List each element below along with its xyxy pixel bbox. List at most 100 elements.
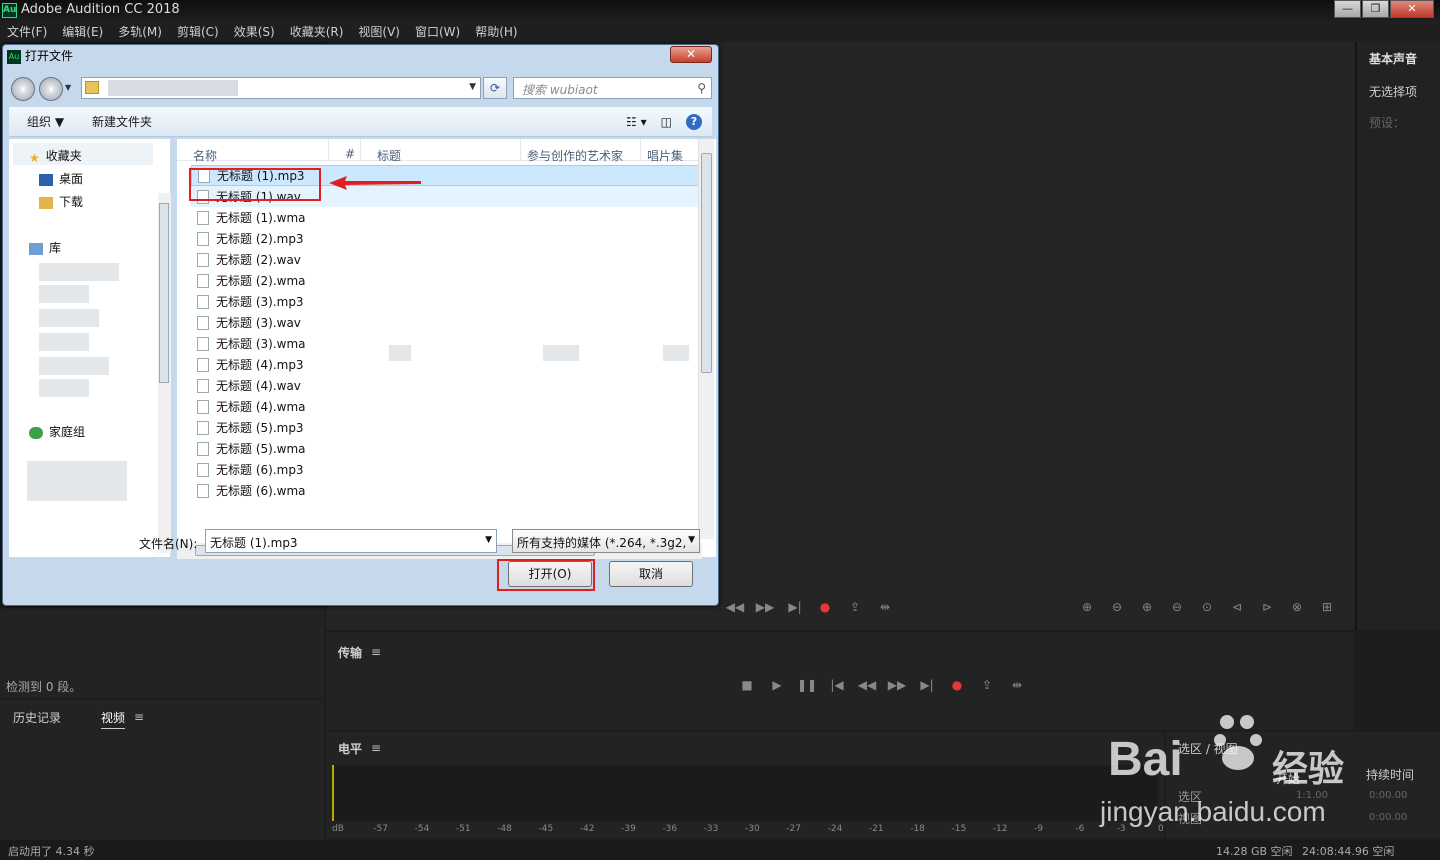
nav-scroll-thumb[interactable] [159, 203, 169, 383]
view-options-icon[interactable]: ☷ ▾ [626, 115, 647, 129]
close-window-button[interactable]: ✕ [1390, 0, 1434, 18]
file-row[interactable]: 无标题 (6).mp3 [191, 459, 701, 480]
file-name: 无标题 (2).mp3 [216, 232, 304, 246]
back-button[interactable]: ‹ [11, 77, 35, 101]
filetype-select[interactable]: 所有支持的媒体 (*.264, *.3g2, ▼ [512, 529, 700, 553]
search-input[interactable]: 搜索 wubiaot ⚲ [513, 77, 712, 99]
status-bar: 启动用了 4.34 秒 14.28 GB 空闲 24:08:44.96 空闲 [0, 840, 1440, 860]
menu-window[interactable]: 窗口(W) [415, 22, 460, 42]
document-icon [197, 357, 209, 372]
zoom-in-left-icon[interactable]: ⊲ [1222, 600, 1252, 614]
column-title[interactable]: 标题 [361, 139, 521, 163]
nav-scrollbar[interactable] [158, 193, 171, 553]
zoom-full-icon[interactable]: ⊙ [1192, 600, 1222, 614]
maximize-button[interactable]: ❐ [1362, 0, 1389, 18]
file-row[interactable]: 无标题 (5).wma [191, 438, 701, 459]
zoom-fit-icon[interactable]: ⊞ [1312, 600, 1342, 614]
tab-video[interactable]: 视频 [101, 709, 126, 729]
file-row[interactable]: 无标题 (1).wma [191, 207, 701, 228]
preview-pane-icon[interactable]: ◫ [661, 115, 672, 129]
zoom-out-time-icon[interactable]: ⊖ [1162, 600, 1192, 614]
new-folder-button[interactable]: 新建文件夹 [92, 113, 152, 130]
file-row[interactable]: 无标题 (4).wav [191, 375, 701, 396]
record-icon[interactable]: ● [810, 600, 840, 614]
file-list: 无标题 (1).mp3 无标题 (1).wav 无标题 (1).wma 无标题 (2)… [191, 165, 701, 501]
nav-homegroup[interactable]: 家庭组 [29, 423, 85, 440]
nav-library[interactable]: 库 [29, 239, 61, 256]
menu-effects[interactable]: 效果(S) [234, 22, 275, 42]
nav-favorites[interactable]: ★ 收藏夹 [29, 147, 82, 165]
skip-icon[interactable]: ⇹ [870, 600, 900, 614]
filename-dropdown-icon[interactable]: ▼ [485, 535, 492, 545]
skip-end-icon[interactable]: ▶| [912, 678, 942, 692]
organize-button[interactable]: 组织 ▼ [27, 113, 64, 130]
file-row[interactable]: 无标题 (2).mp3 [191, 228, 701, 249]
filetype-value: 所有支持的媒体 (*.264, *.3g2, [517, 536, 687, 550]
column-artist[interactable]: 参与创作的艺术家 [521, 139, 641, 163]
record-icon[interactable]: ● [942, 678, 972, 692]
play-icon[interactable]: ▶ [762, 678, 792, 692]
zoom-in-time-icon[interactable]: ⊕ [1132, 600, 1162, 614]
column-album[interactable]: 唱片集 [641, 139, 701, 163]
rewind-icon[interactable]: ◀◀ [852, 678, 882, 692]
file-row[interactable]: 无标题 (5).mp3 [191, 417, 701, 438]
help-icon[interactable]: ? [686, 113, 702, 130]
menu-edit[interactable]: 编辑(E) [62, 22, 103, 42]
search-icon[interactable]: ⚲ [697, 81, 706, 95]
menu-multitrack[interactable]: 多轨(M) [118, 22, 162, 42]
transport-menu-icon[interactable]: ≡ [371, 645, 381, 659]
file-row[interactable]: 无标题 (4).wma [191, 396, 701, 417]
menu-help[interactable]: 帮助(H) [475, 22, 517, 42]
zoom-out-amplitude-icon[interactable]: ⊖ [1102, 600, 1132, 614]
menu-clip[interactable]: 剪辑(C) [177, 22, 219, 42]
menu-view[interactable]: 视图(V) [358, 22, 400, 42]
nav-downloads[interactable]: 下载 [39, 193, 83, 210]
fast-forward-icon[interactable]: ▶▶ [882, 678, 912, 692]
column-name[interactable]: 名称 [177, 139, 329, 163]
column-number[interactable]: # [329, 139, 361, 161]
loop-icon[interactable]: ⇪ [840, 600, 870, 614]
menu-favorites[interactable]: 收藏夹(R) [290, 22, 344, 42]
menu-file[interactable]: 文件(F) [7, 22, 47, 42]
file-list-vscrollbar[interactable] [698, 139, 714, 539]
history-dropdown-icon[interactable]: ▼ [65, 83, 71, 92]
file-row[interactable]: 无标题 (2).wav [191, 249, 701, 270]
panel-menu-icon[interactable]: ≡ [134, 710, 144, 724]
cancel-button[interactable]: 取消 [609, 561, 693, 587]
pause-icon[interactable]: ❚❚ [792, 678, 822, 692]
skip-end-icon[interactable]: ▶| [780, 600, 810, 614]
zoom-selection-icon[interactable]: ⊗ [1282, 600, 1312, 614]
filename-label: 文件名(N): [139, 537, 198, 551]
editor-transport-controls: ◀◀ ▶▶ ▶| ● ⇪ ⇹ [720, 600, 900, 614]
zoom-in-right-icon[interactable]: ⊳ [1252, 600, 1282, 614]
file-row[interactable]: 无标题 (6).wma [191, 480, 701, 501]
library-icon [29, 242, 43, 255]
zoom-in-amplitude-icon[interactable]: ⊕ [1072, 600, 1102, 614]
nav-desktop[interactable]: 桌面 [39, 170, 83, 187]
forward-button[interactable]: › [39, 77, 63, 101]
fast-forward-icon[interactable]: ▶▶ [750, 600, 780, 614]
address-box[interactable]: ▼ [81, 77, 481, 99]
skip-icon[interactable]: ⇹ [1002, 678, 1032, 692]
filetype-dropdown-icon[interactable]: ▼ [688, 535, 695, 545]
db-tick-label: -39 [621, 824, 636, 834]
file-row[interactable]: 无标题 (3).wav [191, 312, 701, 333]
filename-row: 文件名(N): 无标题 (1).mp3 ▼ 所有支持的媒体 (*.264, *.… [9, 529, 712, 559]
file-name: 无标题 (5).mp3 [216, 421, 304, 435]
tab-history[interactable]: 历史记录 [13, 709, 61, 726]
minimize-button[interactable]: — [1334, 0, 1361, 18]
file-row[interactable]: 无标题 (3).mp3 [191, 291, 701, 312]
skip-start-icon[interactable]: |◀ [822, 678, 852, 692]
file-row[interactable]: 无标题 (4).mp3 [191, 354, 701, 375]
vscroll-thumb[interactable] [701, 153, 712, 373]
filename-input[interactable]: 无标题 (1).mp3 ▼ [205, 529, 497, 553]
refresh-button[interactable]: ⟳ [483, 77, 507, 99]
file-row[interactable]: 无标题 (3).wma [191, 333, 701, 354]
rewind-icon[interactable]: ◀◀ [720, 600, 750, 614]
address-dropdown-icon[interactable]: ▼ [469, 82, 476, 92]
stop-icon[interactable]: ■ [732, 678, 762, 692]
file-row[interactable]: 无标题 (2).wma [191, 270, 701, 291]
loop-icon[interactable]: ⇪ [972, 678, 1002, 692]
dialog-close-button[interactable]: ✕ [670, 46, 712, 63]
levels-menu-icon[interactable]: ≡ [371, 741, 381, 755]
